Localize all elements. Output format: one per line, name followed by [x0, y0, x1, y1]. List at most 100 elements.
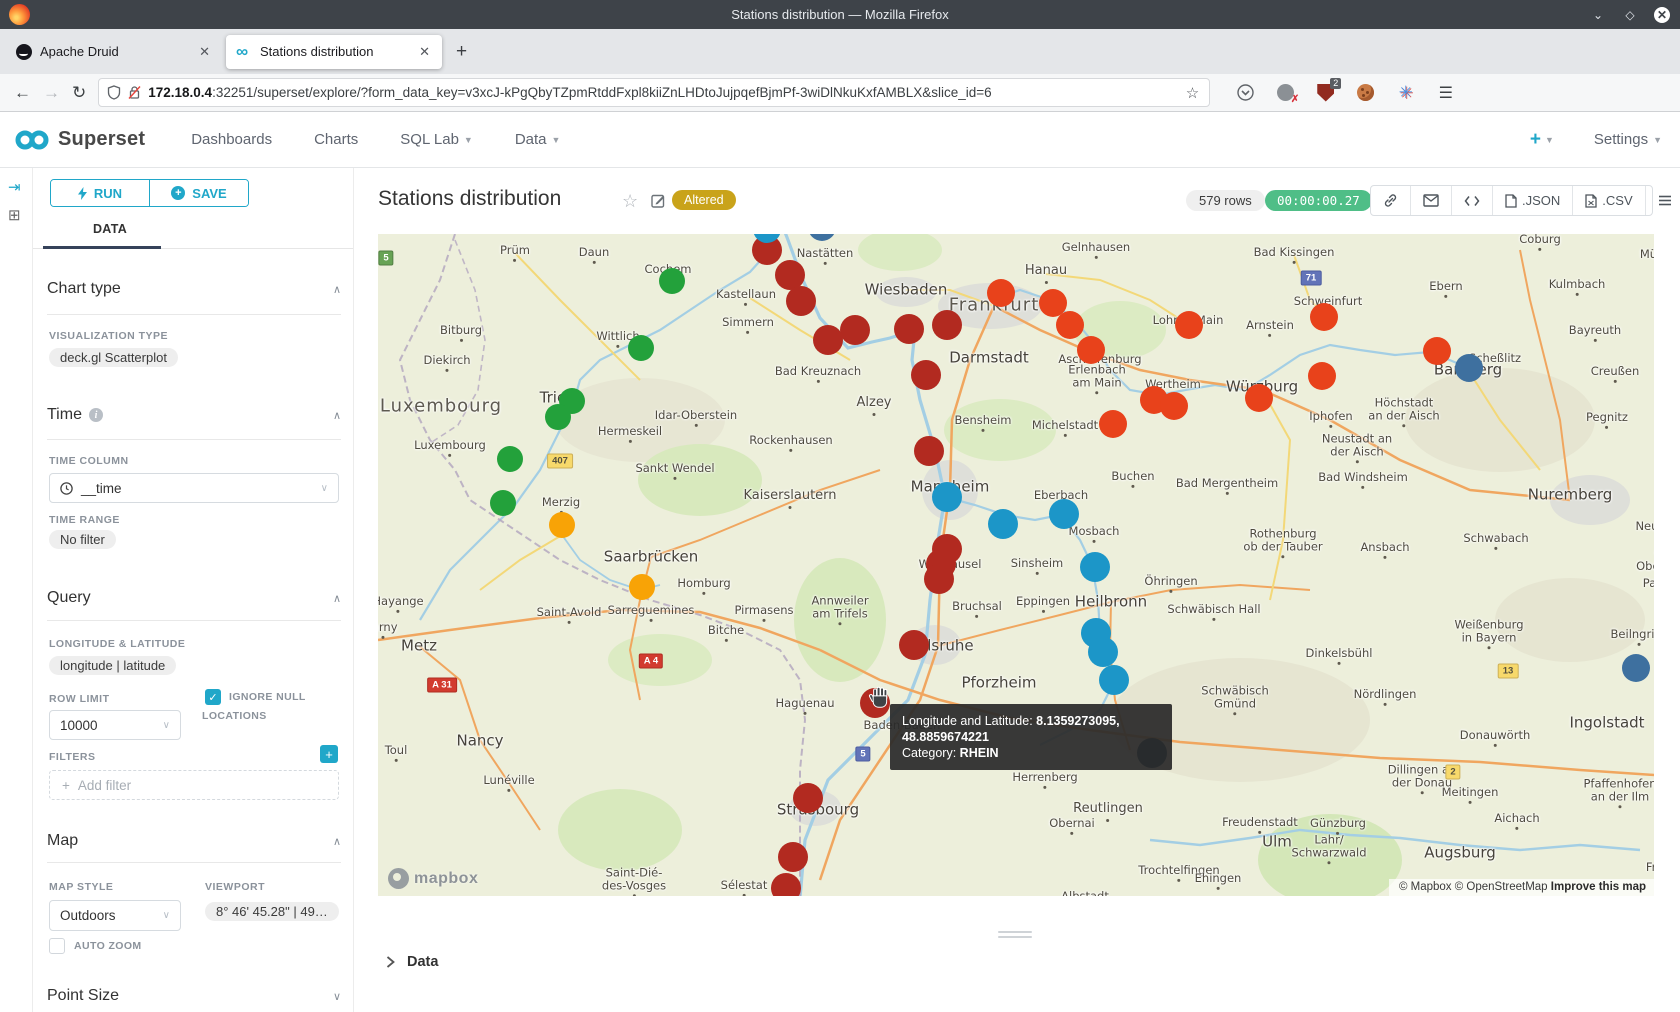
proxy-mask-icon[interactable]: ✗ — [1276, 83, 1295, 102]
station-point[interactable] — [786, 286, 816, 316]
section-query[interactable]: Query∧ — [47, 587, 341, 609]
dataset-grid-icon[interactable]: ⊞ — [8, 206, 21, 224]
station-point[interactable] — [899, 630, 929, 660]
nav-charts[interactable]: Charts — [314, 131, 358, 148]
station-point[interactable] — [1160, 392, 1188, 420]
station-point[interactable] — [545, 404, 571, 430]
maximize-icon[interactable]: ◇ — [1622, 7, 1638, 23]
map-canvas[interactable]: mapbox © Mapbox © OpenStreetMap Improve … — [378, 234, 1654, 896]
add-filter-box[interactable]: +Add filter — [49, 770, 339, 800]
reload-button[interactable]: ↻ — [72, 83, 86, 103]
station-point[interactable] — [1245, 384, 1273, 412]
station-point[interactable] — [1056, 311, 1084, 339]
expand-datasource-icon[interactable]: ⇥ — [8, 178, 21, 196]
station-point[interactable] — [629, 574, 655, 600]
station-point[interactable] — [894, 314, 924, 344]
tab-apache-druid[interactable]: Apache Druid ✕ — [6, 35, 222, 69]
station-point[interactable] — [987, 279, 1015, 307]
settings-menu[interactable]: Settings▼ — [1594, 131, 1662, 148]
tab-close-icon[interactable]: ✕ — [415, 42, 434, 62]
favorite-star-icon[interactable]: ☆ — [622, 191, 638, 212]
chart-menu-button[interactable] — [1646, 186, 1680, 215]
station-point[interactable] — [1077, 336, 1105, 364]
new-tab-button[interactable]: + — [446, 41, 477, 63]
station-point[interactable] — [1310, 303, 1338, 331]
section-chart-type[interactable]: Chart type∧ — [47, 278, 341, 300]
url-bar[interactable]: 172.18.0.4:32251/superset/explore/?form_… — [98, 78, 1210, 107]
station-point[interactable] — [793, 783, 823, 813]
back-button[interactable]: ← — [14, 83, 31, 103]
menu-icon[interactable]: ☰ — [1436, 83, 1455, 102]
station-point[interactable] — [628, 335, 654, 361]
station-point[interactable] — [659, 268, 685, 294]
export-csv-button[interactable]: .CSV — [1573, 186, 1645, 215]
station-point[interactable] — [1622, 654, 1650, 682]
chevron-down-icon: ∨ — [333, 990, 341, 1003]
station-point[interactable] — [1080, 552, 1110, 582]
station-point[interactable] — [914, 436, 944, 466]
auto-zoom-checkbox[interactable] — [49, 938, 65, 954]
station-point[interactable] — [490, 490, 516, 516]
nav-sql-lab[interactable]: SQL Lab▼ — [400, 131, 473, 148]
station-point[interactable] — [924, 564, 954, 594]
add-new-button[interactable]: +▼ — [1530, 129, 1554, 151]
viewport-value[interactable]: 8° 46' 45.28" | 49… — [205, 902, 339, 921]
station-point[interactable] — [813, 325, 843, 355]
container-avatar-icon[interactable] — [1356, 83, 1375, 102]
section-time[interactable]: Timei ∧ — [47, 404, 341, 426]
section-map[interactable]: Map∧ — [47, 830, 341, 852]
station-point[interactable] — [1049, 499, 1079, 529]
nav-data[interactable]: Data▼ — [515, 131, 561, 148]
station-point[interactable] — [932, 482, 962, 512]
minimize-icon[interactable]: ⌄ — [1590, 7, 1606, 23]
station-point[interactable] — [1455, 354, 1483, 382]
station-point[interactable] — [1099, 410, 1127, 438]
section-point-size[interactable]: Point Size∨ — [47, 985, 341, 1007]
station-point[interactable] — [1308, 362, 1336, 390]
data-panel-toggle[interactable]: Data — [386, 954, 438, 970]
run-button[interactable]: RUN — [51, 180, 150, 206]
station-point[interactable] — [1423, 337, 1451, 365]
station-point[interactable] — [549, 512, 575, 538]
superset-logo[interactable]: Superset — [0, 128, 145, 151]
station-point[interactable] — [771, 873, 801, 896]
extension-icon[interactable]: ✳ — [1396, 83, 1415, 102]
row-limit-select[interactable]: 10000∨ — [49, 710, 181, 740]
tab-data[interactable]: DATA — [69, 222, 151, 236]
station-point[interactable] — [1175, 311, 1203, 339]
station-point[interactable] — [778, 842, 808, 872]
edit-properties-icon[interactable] — [651, 193, 666, 213]
close-icon[interactable]: ✕ — [1654, 7, 1670, 23]
ublock-icon[interactable]: 2 — [1316, 83, 1335, 102]
map-style-select[interactable]: Outdoors∨ — [49, 900, 181, 931]
station-point[interactable] — [497, 446, 523, 472]
email-button[interactable] — [1411, 186, 1452, 215]
resize-handle[interactable] — [998, 931, 1032, 941]
copy-link-button[interactable] — [1371, 186, 1411, 215]
improve-map-link[interactable]: Improve this map — [1551, 881, 1646, 893]
time-column-select[interactable]: __time ∨ — [49, 473, 339, 503]
time-range-value[interactable]: No filter — [49, 530, 116, 549]
tracking-shield-icon[interactable] — [107, 85, 121, 100]
save-button[interactable]: + SAVE — [150, 180, 248, 206]
tab-stations-distribution[interactable]: ∞ Stations distribution ✕ — [226, 35, 442, 69]
station-point[interactable] — [988, 509, 1018, 539]
station-point[interactable] — [932, 310, 962, 340]
station-point[interactable] — [911, 360, 941, 390]
station-point[interactable] — [1088, 637, 1118, 667]
nav-dashboards[interactable]: Dashboards — [191, 131, 272, 148]
lonlat-value[interactable]: longitude | latitude — [49, 656, 176, 675]
export-json-button[interactable]: .JSON — [1493, 186, 1573, 215]
mapbox-logo[interactable]: mapbox — [388, 868, 478, 889]
insecure-lock-icon[interactable] — [128, 85, 141, 100]
station-point[interactable] — [1099, 665, 1129, 695]
add-filter-plus-button[interactable]: + — [320, 745, 338, 763]
pocket-icon[interactable] — [1236, 83, 1255, 102]
bookmark-star-icon[interactable]: ☆ — [1184, 84, 1201, 102]
station-point[interactable] — [840, 315, 870, 345]
tab-close-icon[interactable]: ✕ — [195, 42, 214, 62]
viz-type-value[interactable]: deck.gl Scatterplot — [49, 348, 178, 367]
ignore-null-checkbox[interactable]: ✓ — [205, 689, 221, 705]
embed-code-button[interactable] — [1452, 186, 1493, 215]
superset-navbar: Superset Dashboards Charts SQL Lab▼ Data… — [0, 112, 1680, 168]
